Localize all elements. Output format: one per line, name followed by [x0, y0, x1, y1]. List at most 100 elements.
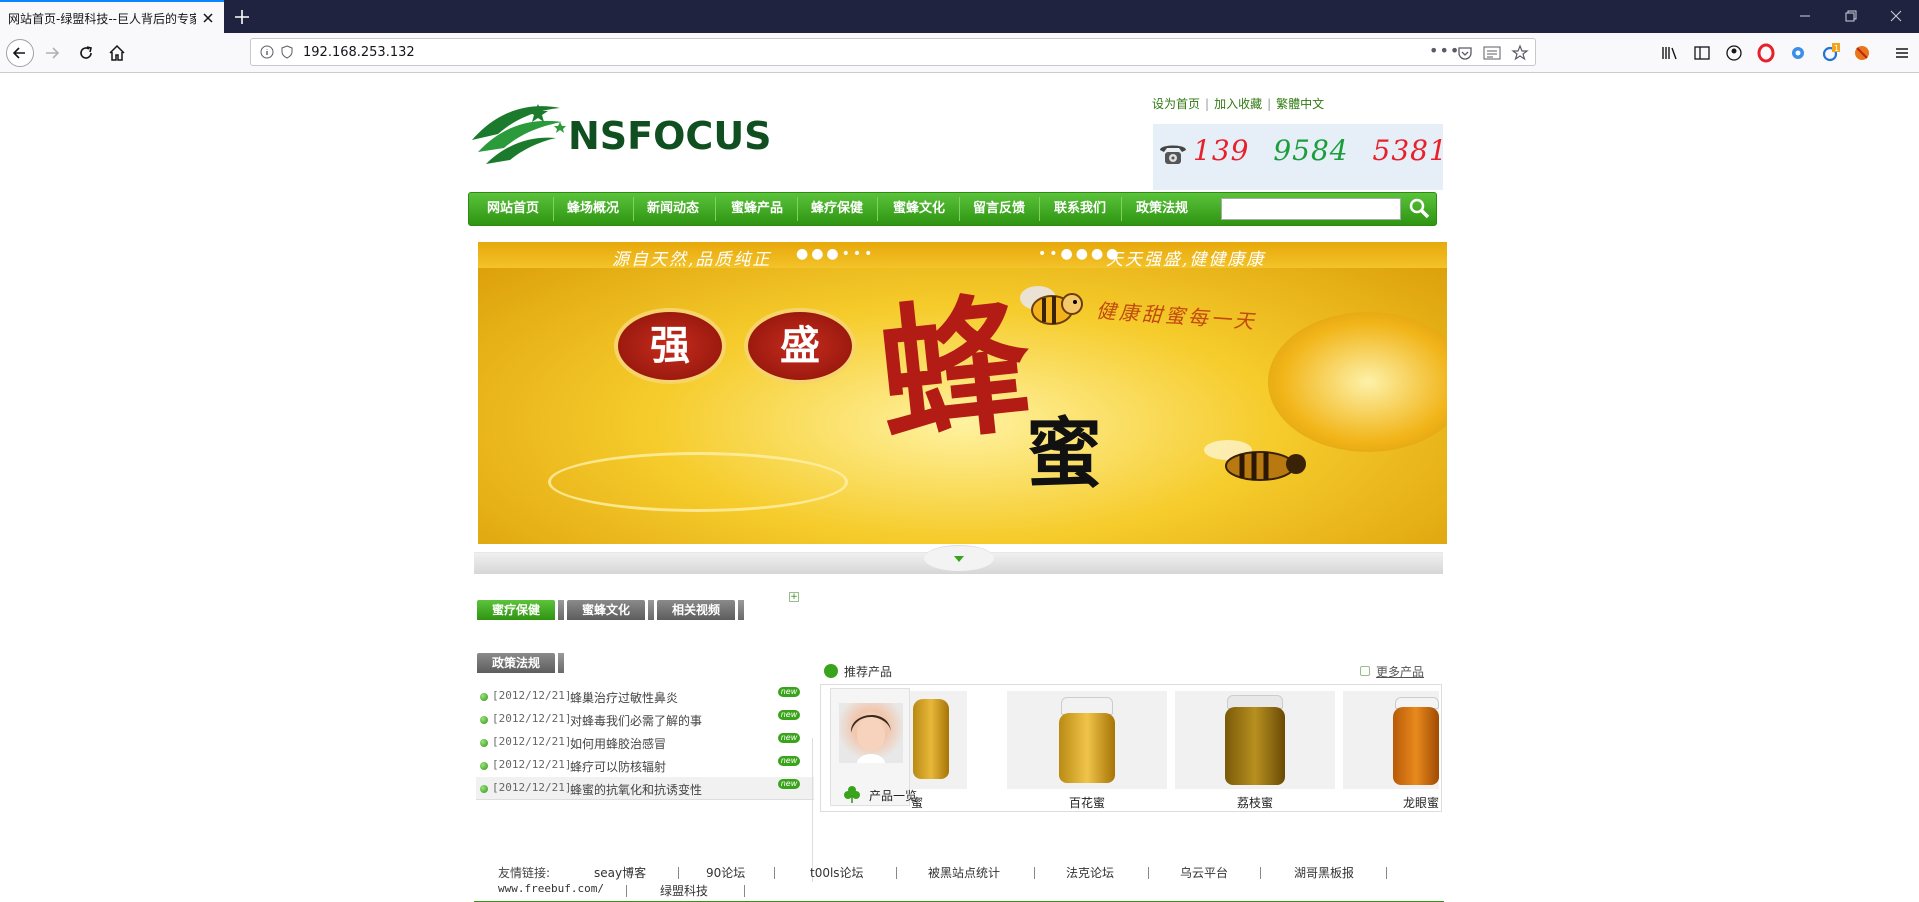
search-input[interactable] — [1221, 198, 1401, 220]
tab-related-video[interactable]: 相关视频 — [657, 600, 735, 620]
news-title[interactable]: 如何用蜂胶治感冒 — [570, 735, 666, 752]
footer-link[interactable]: 绿盟科技 — [660, 882, 708, 899]
product-name[interactable]: 百花蜜 — [1007, 794, 1167, 811]
site-logo[interactable]: NSFOCUS — [468, 88, 808, 174]
product-overview-photo — [839, 703, 903, 763]
extension-sync-icon[interactable]: 1 — [1820, 43, 1840, 63]
banner-dots: ●●●••• — [796, 246, 876, 262]
news-item[interactable]: [2012/12/21] 蜂疗可以防核辐射 new — [476, 754, 814, 777]
footer-link[interactable]: 湖哥黑板报 — [1294, 864, 1354, 881]
menu-bee-products[interactable]: 蜜蜂产品 — [719, 193, 795, 225]
menu-icon[interactable] — [1892, 43, 1912, 63]
reader-view-icon[interactable] — [1483, 45, 1501, 61]
bullet-icon — [480, 693, 488, 701]
add-favorite-link[interactable]: 加入收藏 — [1214, 97, 1262, 111]
footer-link[interactable]: 乌云平台 — [1180, 864, 1228, 881]
browser-nav-bar: 192.168.253.132 ••• 1 — [0, 33, 1919, 73]
info-icon[interactable] — [260, 45, 274, 59]
menu-divider — [1039, 197, 1040, 221]
divider-toggle[interactable] — [924, 545, 994, 571]
pocket-icon[interactable] — [1457, 45, 1473, 61]
phone-part-3: 5381 — [1372, 134, 1448, 167]
more-icon[interactable] — [1360, 666, 1370, 676]
menu-bee-therapy[interactable]: 蜂疗保健 — [801, 193, 873, 225]
menu-news[interactable]: 新闻动态 — [637, 193, 709, 225]
restore-icon[interactable] — [1841, 6, 1861, 26]
footer-link[interactable]: t00ls论坛 — [810, 864, 864, 881]
home-icon[interactable] — [107, 43, 127, 63]
menu-divider — [633, 197, 634, 221]
tab-policy[interactable]: 政策法规 — [477, 653, 555, 673]
news-title[interactable]: 蜂蜜的抗氧化和抗诱变性 — [570, 781, 702, 798]
tab-edge — [738, 600, 744, 620]
footer-link[interactable]: 90论坛 — [706, 864, 745, 881]
link-separator: | — [1205, 97, 1210, 111]
phone-banner: 139 9584 5381 — [1153, 124, 1447, 190]
menu-home[interactable]: 网站首页 — [477, 193, 549, 225]
product-card[interactable] — [1175, 691, 1335, 789]
adblock-icon[interactable] — [1852, 43, 1872, 63]
menu-divider — [553, 197, 554, 221]
traditional-chinese-link[interactable]: 繁體中文 — [1276, 97, 1324, 111]
menu-bee-culture[interactable]: 蜜蜂文化 — [881, 193, 957, 225]
footer-link[interactable]: 被黑站点统计 — [928, 864, 1000, 881]
back-button[interactable] — [6, 39, 34, 67]
expand-icon[interactable]: + — [789, 592, 799, 602]
new-badge: new — [778, 687, 800, 697]
opera-icon[interactable] — [1756, 43, 1776, 63]
news-title[interactable]: 蜂疗可以防核辐射 — [570, 758, 666, 775]
footer-link[interactable]: 法克论坛 — [1066, 864, 1114, 881]
close-window-icon[interactable] — [1886, 6, 1906, 26]
forward-icon[interactable] — [42, 43, 62, 63]
logo-text: NSFOCUS — [568, 114, 772, 158]
menu-policy[interactable]: 政策法规 — [1125, 193, 1199, 225]
tab-bee-culture[interactable]: 蜜蜂文化 — [567, 600, 645, 620]
page-actions-icon[interactable]: ••• — [1429, 41, 1460, 60]
clover-icon — [844, 786, 860, 803]
set-homepage-link[interactable]: 设为首页 — [1152, 97, 1200, 111]
product-overview-card[interactable]: 产品一览 — [830, 688, 917, 806]
footer-link[interactable]: www.freebuf.com/ — [498, 882, 604, 895]
product-name[interactable]: 龙眼蜜 — [1401, 794, 1441, 811]
news-item[interactable]: [2012/12/21] 蜂巢治疗过敏性鼻炎 new — [476, 685, 814, 708]
menu-farm-overview[interactable]: 蜂场概况 — [557, 193, 629, 225]
browser-tab[interactable]: 网站首页-绿盟科技--巨人背后的专家 — [0, 0, 224, 33]
menu-feedback[interactable]: 留言反馈 — [963, 193, 1035, 225]
news-item[interactable]: [2012/12/21] 蜂蜜的抗氧化和抗诱变性 new — [476, 777, 814, 800]
news-title[interactable]: 蜂巢治疗过敏性鼻炎 — [570, 689, 678, 706]
new-tab-icon[interactable] — [232, 7, 252, 27]
reload-icon[interactable] — [76, 43, 96, 63]
new-badge: new — [778, 733, 800, 743]
news-item[interactable]: [2012/12/21] 对蜂毒我们必需了解的事 new — [476, 708, 814, 731]
address-bar[interactable]: 192.168.253.132 ••• — [250, 38, 1536, 66]
main-menu: 网站首页 蜂场概况 新闻动态 蜜蜂产品 蜂疗保健 蜜蜂文化 留言反馈 联系我们 … — [468, 192, 1437, 226]
product-card[interactable] — [1007, 691, 1167, 789]
footer-separator — [774, 867, 775, 879]
new-badge: new — [778, 756, 800, 766]
menu-divider — [797, 197, 798, 221]
honey-jar — [913, 699, 949, 779]
close-tab-icon[interactable] — [200, 10, 216, 26]
news-date: [2012/12/21] — [492, 758, 572, 771]
star-icon[interactable] — [1511, 44, 1529, 62]
product-name[interactable]: 荔枝蜜 — [1175, 794, 1335, 811]
news-title[interactable]: 对蜂毒我们必需了解的事 — [570, 712, 702, 729]
product-card[interactable] — [1343, 691, 1439, 789]
library-icon[interactable] — [1660, 43, 1680, 63]
footer-separator — [1260, 867, 1261, 879]
menu-contact[interactable]: 联系我们 — [1043, 193, 1117, 225]
banner-seal-2: 盛 — [744, 308, 856, 384]
news-date: [2012/12/21] — [492, 689, 572, 702]
more-products-link[interactable]: 更多产品 — [1376, 663, 1424, 680]
sidebar-icon[interactable] — [1692, 43, 1712, 63]
tab-edge — [558, 653, 564, 673]
tab-honey-therapy[interactable]: 蜜疗保健 — [477, 600, 555, 620]
extension-gear-icon[interactable] — [1788, 43, 1808, 63]
shield-icon[interactable] — [281, 45, 293, 59]
minimize-icon[interactable] — [1795, 6, 1815, 26]
account-icon[interactable] — [1724, 43, 1744, 63]
footer-link[interactable]: seay博客 — [594, 864, 646, 881]
news-item[interactable]: [2012/12/21] 如何用蜂胶治感冒 new — [476, 731, 814, 754]
search-icon[interactable] — [1407, 196, 1433, 222]
web-page: NSFOCUS 设为首页 | 加入收藏 | 繁體中文 139 9584 5381 网站首… — [0, 74, 1919, 902]
